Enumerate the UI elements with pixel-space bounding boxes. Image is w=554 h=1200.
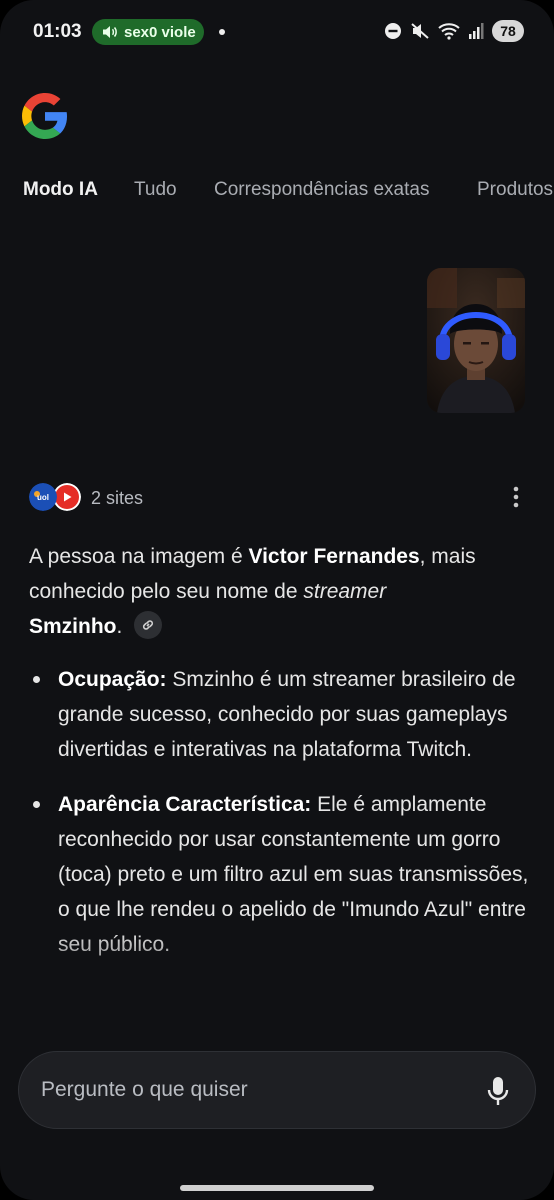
- screen: 01:03 sex0 viole 78 Modo IA Tudo Corresp…: [0, 0, 554, 1200]
- microphone-icon[interactable]: [487, 1076, 509, 1106]
- answer-intro: A pessoa na imagem é: [29, 545, 249, 568]
- source-link-button[interactable]: [134, 611, 163, 640]
- media-playback-chip[interactable]: sex0 viole: [92, 19, 204, 45]
- ask-input[interactable]: Pergunte o que quiser: [41, 1078, 248, 1102]
- tab-produtos[interactable]: Produtos: [477, 179, 553, 201]
- home-indicator[interactable]: [180, 1185, 374, 1191]
- list-item: Ocupação: Smzinho é um streamer brasilei…: [29, 662, 529, 767]
- sources-count: 2 sites: [91, 488, 144, 508]
- sources-row[interactable]: uol 2 sites: [29, 483, 529, 513]
- wifi-icon: [438, 23, 460, 40]
- person-photo-icon: [427, 268, 525, 413]
- status-time: 01:03: [33, 21, 82, 42]
- notification-dot-icon: [219, 29, 225, 35]
- media-title: sex0 viole: [124, 23, 196, 41]
- svg-text:uol: uol: [37, 493, 49, 502]
- uol-icon: uol: [29, 483, 57, 511]
- speaker-icon: [103, 26, 117, 38]
- signal-icon: [469, 23, 484, 39]
- youtube-icon: [53, 483, 81, 511]
- answer-name: Victor Fernandes: [248, 545, 420, 568]
- do-not-disturb-icon: [385, 23, 401, 39]
- scroll-fade-overlay: [0, 930, 554, 1050]
- answer-italic: streamer: [303, 580, 387, 603]
- bullet-title: Ocupação:: [58, 668, 167, 691]
- uploaded-photo[interactable]: [427, 268, 525, 413]
- search-mode-tabs: Modo IA Tudo Correspondências exatas Pro…: [0, 175, 554, 207]
- mute-icon: [411, 23, 429, 39]
- tab-correspondencias-exatas[interactable]: Correspondências exatas: [214, 179, 429, 201]
- answer-end: .: [116, 615, 123, 638]
- tab-modo-ia[interactable]: Modo IA: [23, 179, 98, 201]
- answer-nickname: Smzinho: [29, 615, 117, 638]
- ai-answer-paragraph: A pessoa na imagem é Victor Fernandes, m…: [29, 539, 529, 644]
- bullet-title: Aparência Característica:: [58, 793, 312, 816]
- google-logo-icon[interactable]: [22, 93, 68, 139]
- tab-tudo[interactable]: Tudo: [134, 179, 177, 201]
- ask-input-bar[interactable]: Pergunte o que quiser: [18, 1051, 536, 1129]
- system-icons: 78: [384, 20, 524, 42]
- link-icon: [143, 620, 154, 631]
- battery-indicator: 78: [492, 20, 524, 42]
- more-options-icon[interactable]: [513, 485, 519, 509]
- status-bar: 01:03 sex0 viole 78: [0, 0, 554, 62]
